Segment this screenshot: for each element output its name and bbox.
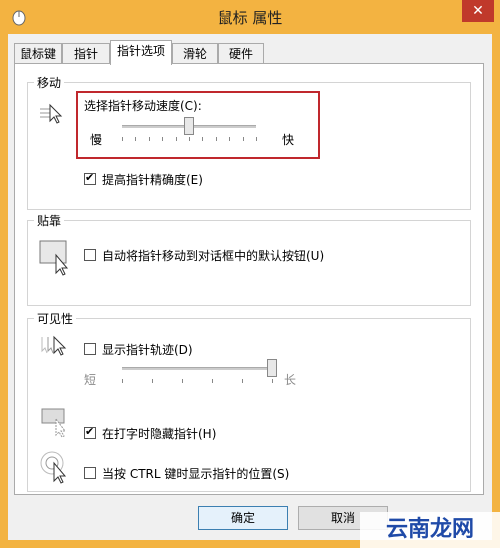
- trails-label: 显示指针轨迹(D): [102, 343, 193, 357]
- slider-tick: [242, 137, 244, 141]
- slider-tick: [242, 379, 243, 383]
- snap-group: 贴靠 自动将指针移动到对话框中的默认按钮(U): [27, 212, 471, 306]
- slider-tick: [256, 137, 257, 141]
- tab-buttons[interactable]: 鼠标键: [14, 43, 62, 63]
- slider-tick: [202, 137, 204, 141]
- precision-checkbox[interactable]: [84, 171, 96, 185]
- snap-checkbox[interactable]: [84, 249, 96, 261]
- long-label: 长: [284, 373, 297, 387]
- pointer-trails-icon: [41, 335, 67, 356]
- ok-button[interactable]: 确定: [198, 506, 288, 530]
- title-bar: 鼠标 属性 ✕: [0, 0, 500, 34]
- slider-tick: [212, 379, 213, 383]
- tab-wheel[interactable]: 滑轮: [172, 43, 218, 63]
- slider-tick: [122, 137, 123, 141]
- trail-slider-track[interactable]: [122, 367, 272, 370]
- slider-tick: [229, 137, 231, 141]
- window-title: 鼠标 属性: [217, 9, 283, 27]
- tab-hardware[interactable]: 硬件: [218, 43, 264, 63]
- slider-tick: [152, 379, 153, 383]
- hide-while-typing-checkbox[interactable]: [84, 425, 96, 439]
- visibility-group-title: 可见性: [34, 310, 77, 327]
- watermark-logo: 云南龙网: [360, 512, 500, 548]
- slider-tick: [182, 379, 183, 383]
- dialog-client: 鼠标键 指针 指针选项 滑轮 硬件 移动 选择指针移动速度(C): 慢 快 ✔ …: [8, 34, 492, 540]
- slider-tick: [175, 137, 177, 141]
- slider-tick: [162, 137, 164, 141]
- speed-slider-thumb[interactable]: [184, 117, 194, 135]
- mouse-properties-window: 鼠标 属性 ✕ 鼠标键 指针 指针选项 滑轮 硬件 移动 选择指针移动速度(C)…: [0, 0, 500, 548]
- pointer-speed-icon: [40, 103, 63, 124]
- precision-label: 提高指针精确度(E): [102, 173, 203, 187]
- hide-while-typing-label: 在打字时隐藏指针(H): [102, 427, 217, 441]
- slider-tick: [135, 137, 137, 141]
- trails-checkbox[interactable]: [84, 343, 96, 355]
- slider-tick: [215, 137, 217, 141]
- fast-label: 快: [282, 133, 295, 147]
- motion-group: 移动 选择指针移动速度(C): 慢 快 提高指针精确度(E): [27, 74, 471, 210]
- snap-to-button-icon: [39, 240, 69, 276]
- ctrl-locate-icon: [40, 451, 67, 484]
- slider-tick: [122, 379, 123, 383]
- short-label: 短: [84, 373, 97, 387]
- pointer-options-panel: 移动 选择指针移动速度(C): 慢 快 提高指针精确度(E): [14, 63, 484, 495]
- slider-tick: [189, 137, 190, 141]
- motion-group-title: 移动: [34, 74, 65, 91]
- slow-label: 慢: [90, 133, 103, 147]
- tab-pointer-options[interactable]: 指针选项: [110, 40, 172, 65]
- ctrl-show-location-checkbox[interactable]: [84, 467, 96, 479]
- trail-slider-thumb[interactable]: [267, 359, 277, 377]
- slider-tick: [148, 137, 150, 141]
- speed-label: 选择指针移动速度(C):: [84, 99, 202, 113]
- tab-pointers[interactable]: 指针: [62, 43, 110, 63]
- close-button[interactable]: ✕: [462, 0, 494, 22]
- slider-tick: [272, 379, 273, 383]
- visibility-group: 可见性 显示指针轨迹(D) 短 长 在打字时隐藏指针(H): [27, 310, 471, 492]
- hide-while-typing-icon: [41, 408, 66, 438]
- snap-label: 自动将指针移动到对话框中的默认按钮(U): [102, 249, 325, 263]
- ctrl-show-location-label: 当按 CTRL 键时显示指针的位置(S): [102, 467, 290, 481]
- snap-group-title: 贴靠: [34, 212, 65, 229]
